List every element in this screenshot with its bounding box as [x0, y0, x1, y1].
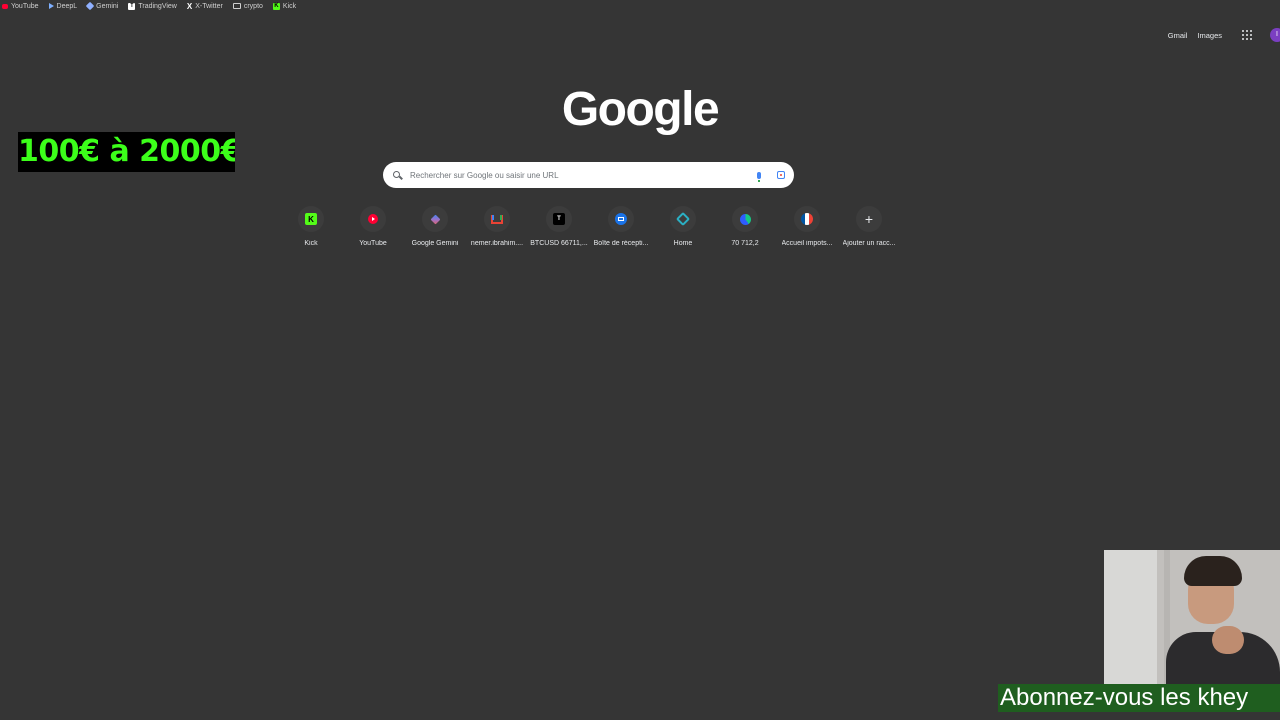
shortcut-label: Home	[673, 240, 693, 247]
bookmark-label: DeepL	[56, 2, 78, 10]
apps-grid-icon[interactable]	[1242, 30, 1252, 40]
shortcut-label: Accueil impots...	[781, 240, 833, 247]
shortcut-impots[interactable]: Accueil impots...	[776, 206, 838, 247]
plus-icon: +	[864, 211, 874, 227]
shortcut-tile	[732, 206, 758, 232]
shortcut-tile	[422, 206, 448, 232]
youtube-icon	[368, 214, 378, 224]
deepl-icon	[48, 3, 54, 9]
shortcut-gmail[interactable]: nemer.ibrahim....	[466, 206, 528, 247]
shortcut-add[interactable]: + Ajouter un racc...	[838, 206, 900, 247]
mail-icon	[615, 213, 627, 225]
search-box[interactable]	[383, 162, 794, 188]
home-icon	[677, 213, 689, 225]
search-icon	[393, 170, 402, 180]
shortcut-tile	[484, 206, 510, 232]
microphone-icon[interactable]	[757, 171, 761, 182]
bookmark-deepl[interactable]: DeepL	[48, 2, 78, 10]
gmail-icon	[491, 214, 503, 224]
browser-new-tab-page: YouTube DeepL Gemini T TradingView X X-T…	[0, 0, 1280, 720]
tradingview-icon: T	[128, 2, 136, 10]
top-right-links: Gmail Images I	[1168, 28, 1280, 42]
bookmark-label: TradingView	[138, 2, 177, 10]
shortcut-tile: K	[298, 206, 324, 232]
shortcut-tile: T	[546, 206, 572, 232]
bookmark-folder-crypto[interactable]: crypto	[232, 2, 263, 10]
shortcut-btcusd[interactable]: T BTCUSD 66711,...	[528, 206, 590, 247]
gmail-link[interactable]: Gmail	[1168, 31, 1188, 40]
shortcut-label: nemer.ibrahim....	[470, 240, 524, 247]
search-input[interactable]	[410, 170, 757, 180]
shortcuts-grid: K Kick YouTube Google Gemini nemer.ibrah…	[280, 206, 900, 247]
kick-icon: K	[305, 213, 317, 225]
shortcut-home[interactable]: Home	[652, 206, 714, 247]
coin-icon	[739, 213, 751, 225]
shortcut-tile	[670, 206, 696, 232]
shortcut-label: Google Gemini	[411, 240, 459, 247]
google-lens-icon[interactable]	[777, 171, 785, 179]
bookmark-kick[interactable]: K Kick	[272, 2, 297, 10]
shortcut-label: YouTube	[359, 240, 387, 247]
youtube-icon	[2, 3, 8, 9]
webcam-person-hand	[1212, 626, 1244, 654]
shortcut-coin[interactable]: 70 712,2	[714, 206, 776, 247]
bookmark-gemini[interactable]: Gemini	[85, 1, 119, 11]
bookmark-label: Gemini	[96, 2, 119, 10]
x-icon: X	[186, 1, 193, 11]
shortcut-label: Boîte de récepti...	[593, 240, 649, 247]
promo-overlay: 100€ à 2000€	[18, 132, 235, 172]
shortcut-label: BTCUSD 66711,...	[530, 240, 588, 247]
gemini-icon	[430, 214, 440, 224]
shortcut-youtube[interactable]: YouTube	[342, 206, 404, 247]
bookmark-label: Kick	[282, 2, 297, 10]
shortcut-label: 70 712,2	[731, 240, 759, 247]
bookmark-x-twitter[interactable]: X X-Twitter	[186, 1, 223, 11]
google-logo: Google	[561, 83, 720, 136]
tradingview-icon: T	[553, 213, 565, 225]
shortcut-label: Kick	[304, 240, 318, 247]
folder-icon	[232, 3, 241, 9]
bookmarks-bar: YouTube DeepL Gemini T TradingView X X-T…	[0, 0, 1280, 12]
bookmark-label: crypto	[243, 2, 263, 10]
webcam-overlay	[1104, 550, 1280, 700]
shortcut-inbox[interactable]: Boîte de récepti...	[590, 206, 652, 247]
subscribe-banner: Abonnez-vous les khey	[998, 684, 1280, 712]
shortcut-tile	[794, 206, 820, 232]
bookmark-tradingview[interactable]: T TradingView	[128, 2, 177, 10]
shortcut-kick[interactable]: K Kick	[280, 206, 342, 247]
avatar[interactable]: I	[1270, 28, 1280, 42]
shortcut-google-gemini[interactable]: Google Gemini	[404, 206, 466, 247]
shortcut-tile: +	[856, 206, 882, 232]
bookmark-label: YouTube	[11, 2, 39, 10]
shortcut-tile	[608, 206, 634, 232]
webcam-person-hair	[1184, 556, 1242, 586]
impots-icon	[801, 213, 813, 225]
bookmark-label: X-Twitter	[195, 2, 223, 10]
shortcut-tile	[360, 206, 386, 232]
kick-icon: K	[272, 2, 280, 10]
gemini-icon	[85, 1, 95, 11]
bookmark-youtube[interactable]: YouTube	[2, 3, 39, 10]
shortcut-label: Ajouter un racc...	[842, 240, 896, 247]
images-link[interactable]: Images	[1197, 31, 1222, 40]
